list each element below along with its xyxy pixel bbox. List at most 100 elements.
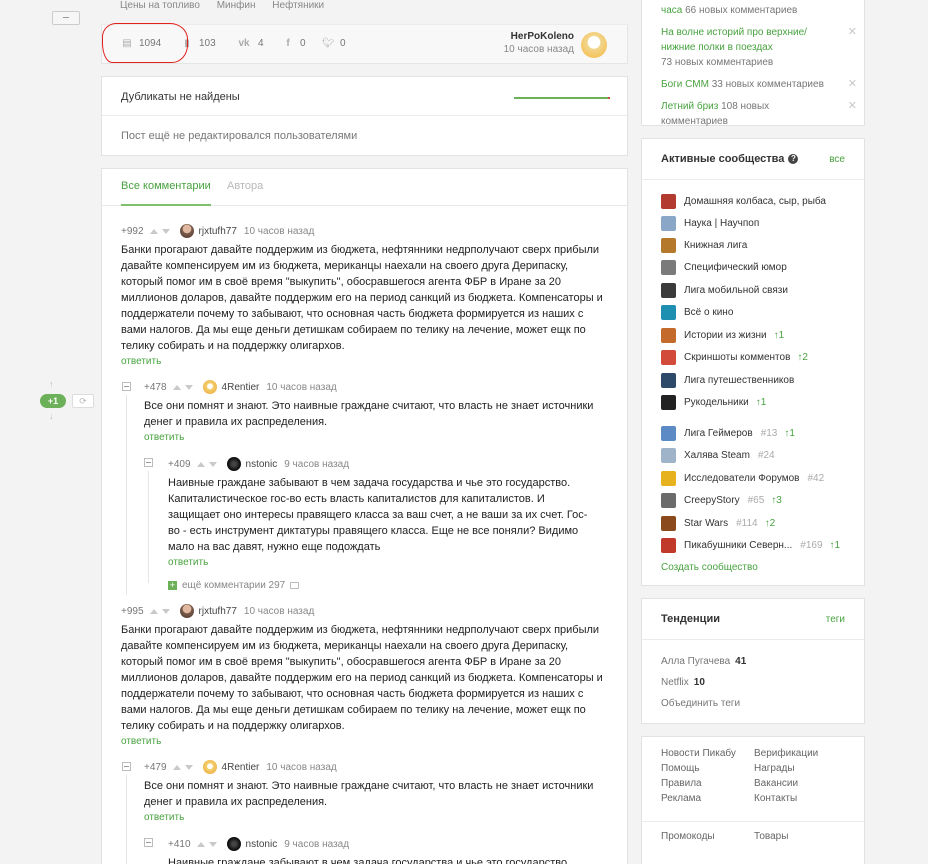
close-icon[interactable]: ✕ [848, 99, 857, 114]
upvote-icon[interactable] [172, 384, 181, 390]
avatar[interactable] [226, 457, 241, 471]
new-comments-badge[interactable]: +1 [40, 394, 66, 408]
downvote-icon[interactable] [208, 461, 217, 467]
footer-link[interactable]: Вакансии [754, 778, 798, 789]
active-communities-panel: Активные сообщества ? все Домашняя колба… [641, 138, 865, 586]
comment-user[interactable]: rjxtufh77 [199, 606, 237, 617]
community-item[interactable]: Истории из жизни ↑1 [661, 327, 784, 343]
upvote-icon[interactable] [196, 461, 205, 467]
avatar[interactable] [179, 224, 194, 238]
reply-link[interactable]: ответить [168, 557, 598, 568]
reply-link[interactable]: ответить [144, 812, 614, 823]
hot-item-title[interactable]: Летний бриз [661, 101, 718, 112]
communities-all-link[interactable]: все [829, 154, 845, 165]
downvote-icon[interactable] [161, 608, 170, 614]
comment-time[interactable]: 10 часов назад [266, 382, 336, 393]
more-comments-button[interactable]: + ещё комментарии 297 [168, 580, 300, 591]
comment-time[interactable]: 10 часов назад [244, 226, 314, 237]
downvote-icon[interactable] [208, 841, 217, 847]
community-item[interactable]: Исследователи Форумов #42 [661, 470, 824, 486]
tags-link[interactable]: теги [826, 614, 845, 625]
trend-item[interactable]: Netflix 10 [661, 677, 705, 688]
upvote-icon[interactable] [149, 228, 158, 234]
create-community-link[interactable]: Создать сообщество [661, 562, 758, 573]
tag-minfin[interactable]: Минфин [217, 0, 256, 11]
avatar[interactable] [179, 604, 194, 618]
upvote-icon[interactable] [196, 841, 205, 847]
comment-user[interactable]: 4Rentier [222, 762, 260, 773]
community-item[interactable]: CreepyStory #65 ↑3 [661, 492, 782, 508]
community-item[interactable]: Лига мобильной связи [661, 282, 788, 298]
footer-link[interactable]: Помощь [661, 763, 700, 774]
hot-item-title[interactable]: На волне историй про верхние/нижние полк… [661, 27, 807, 53]
community-item[interactable]: Специфический юмор [661, 259, 787, 275]
footer-link[interactable]: Контакты [754, 793, 797, 804]
share-twitter-button[interactable]: 🐦︎ 0 [322, 38, 346, 49]
comment-user[interactable]: nstonic [246, 459, 278, 470]
comment-user[interactable]: nstonic [246, 839, 278, 850]
comment-time[interactable]: 9 часов назад [284, 839, 349, 850]
collapse-thread-button[interactable] [144, 838, 153, 847]
hot-item[interactable]: Боги СММ 33 новых комментариев ✕ [661, 77, 857, 92]
community-item[interactable]: Рукодельники ↑1 [661, 394, 766, 410]
tab-author-comments[interactable]: Автора [227, 180, 263, 192]
community-item[interactable]: Скриншоты комментов ↑2 [661, 349, 808, 365]
footer-link[interactable]: Верификации [754, 748, 818, 759]
refresh-comments-icon[interactable]: ⟳ [72, 394, 94, 408]
merge-tags-link[interactable]: Объединить теги [661, 698, 740, 709]
tab-all-comments[interactable]: Все комментарии [121, 180, 211, 206]
comment-user[interactable]: rjxtufh77 [199, 226, 237, 237]
tag-fuel[interactable]: Цены на топливо [120, 0, 200, 11]
reply-link[interactable]: ответить [121, 736, 611, 747]
footer-link[interactable]: Новости Пикабу [661, 748, 736, 759]
comment-time[interactable]: 10 часов назад [244, 606, 314, 617]
hot-item[interactable]: На волне историй про верхние/нижние полк… [661, 25, 857, 70]
community-item[interactable]: Всё о кино [661, 304, 733, 320]
comment-time[interactable]: 10 часов назад [266, 762, 336, 773]
collapse-thread-button[interactable] [144, 458, 153, 467]
avatar[interactable] [202, 380, 217, 394]
promo-link[interactable]: Промокоды [661, 831, 715, 842]
community-item[interactable]: Халява Steam #24 [661, 447, 775, 463]
footer-link[interactable]: Правила [661, 778, 702, 789]
downvote-icon[interactable] [161, 228, 170, 234]
reply-link[interactable]: ответить [144, 432, 614, 443]
upvote-icon[interactable] [149, 608, 158, 614]
avatar[interactable] [202, 760, 217, 774]
collapse-thread-button[interactable] [122, 762, 131, 771]
help-icon[interactable]: ? [788, 154, 799, 164]
hot-item-title[interactable]: Боги СММ [661, 79, 709, 90]
nav-down-arrow-icon[interactable]: ↓ [49, 411, 54, 421]
hot-item[interactable]: часа 66 новых комментариев [661, 3, 837, 18]
nav-up-arrow-icon[interactable]: ↑ [49, 379, 54, 389]
hot-item-title[interactable]: часа [661, 5, 682, 16]
downvote-icon[interactable] [184, 384, 193, 390]
hot-item[interactable]: Летний бриз 108 новых комментариев ✕ [661, 99, 857, 129]
upvote-icon[interactable] [172, 764, 181, 770]
community-item[interactable]: Star Wars #114 ↑2 [661, 515, 775, 531]
share-fb-button[interactable]: f 0 [282, 38, 305, 49]
avatar[interactable] [226, 837, 241, 851]
close-icon[interactable]: ✕ [848, 25, 857, 40]
community-item[interactable]: Лига путешественников [661, 372, 794, 388]
footer-link[interactable]: Реклама [661, 793, 701, 804]
author-avatar[interactable] [581, 32, 607, 58]
collapse-story-button[interactable] [52, 11, 80, 25]
close-icon[interactable]: ✕ [848, 77, 857, 92]
comment-time[interactable]: 9 часов назад [284, 459, 349, 470]
collapse-thread-button[interactable] [122, 382, 131, 391]
community-item[interactable]: Пикабушники Северн... #169 ↑1 [661, 537, 840, 553]
footer-link[interactable]: Награды [754, 763, 795, 774]
reply-link[interactable]: ответить [121, 356, 611, 367]
share-vk-button[interactable]: vk 4 [236, 38, 263, 49]
trend-item[interactable]: Алла Пугачева 41 [661, 656, 746, 667]
goods-link[interactable]: Товары [754, 831, 788, 842]
tag-oil[interactable]: Нефтяники [272, 0, 324, 11]
community-item[interactable]: Лига Геймеров #13 ↑1 [661, 425, 795, 441]
downvote-icon[interactable] [184, 764, 193, 770]
story-author[interactable]: HerPoKoleno [511, 31, 574, 42]
comment-user[interactable]: 4Rentier [222, 382, 260, 393]
community-item[interactable]: Наука | Научпоп [661, 215, 759, 231]
community-item[interactable]: Домашняя колбаса, сыр, рыба [661, 193, 826, 209]
community-item[interactable]: Книжная лига [661, 237, 747, 253]
